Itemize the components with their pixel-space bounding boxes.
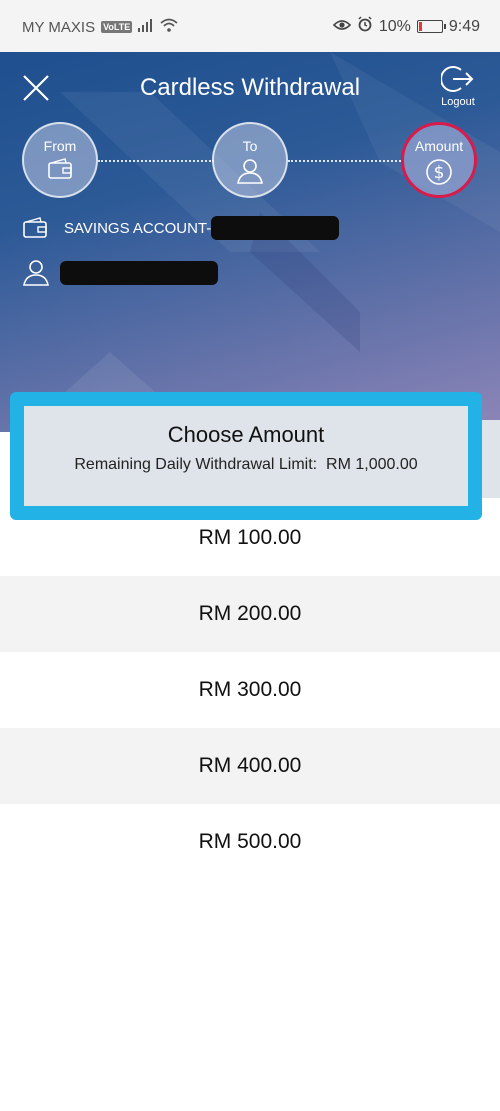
- logout-icon: [441, 66, 474, 92]
- carrier-name: MY MAXIS: [22, 18, 96, 36]
- banner-decoration: [20, 52, 500, 432]
- battery-percent: 10%: [378, 17, 411, 35]
- amount-option-500[interactable]: RM 500.00: [0, 804, 500, 880]
- amount-option-400[interactable]: RM 400.00: [0, 728, 500, 804]
- wallet-icon: [23, 217, 47, 238]
- amount-option-100[interactable]: RM 100.00: [0, 500, 500, 576]
- amount-option-200[interactable]: RM 200.00: [0, 576, 500, 652]
- account-type-label: SAVINGS ACCOUNT-: [64, 219, 212, 237]
- eye-icon: [332, 18, 351, 36]
- redacted-recipient-name: [60, 261, 218, 285]
- person-icon: [23, 260, 49, 286]
- wallet-icon: [48, 158, 72, 179]
- logout-button[interactable]: Logout: [432, 64, 484, 108]
- step-from[interactable]: From: [22, 122, 98, 198]
- status-bar: MY MAXIS VoLTE 10% 9:49: [0, 0, 500, 52]
- daily-limit-value: RM 1,000.00: [326, 456, 418, 473]
- page-title: Cardless Withdrawal: [139, 74, 361, 101]
- step-label: From: [43, 138, 77, 154]
- from-account-row: SAVINGS ACCOUNT-: [22, 216, 340, 240]
- amount-list: RM 100.00 RM 200.00 RM 300.00 RM 400.00 …: [0, 500, 500, 880]
- clock: 9:49: [448, 17, 480, 35]
- step-label: Amount: [414, 138, 464, 154]
- step-label: To: [242, 138, 258, 154]
- svg-text:$: $: [434, 163, 445, 183]
- header-strip: [482, 420, 500, 498]
- step-connector: [98, 160, 214, 162]
- alarm-icon: [357, 16, 373, 37]
- step-to[interactable]: To: [212, 122, 288, 198]
- redacted-account-number: [211, 216, 340, 240]
- amount-option-300[interactable]: RM 300.00: [0, 652, 500, 728]
- hero-banner: [0, 52, 500, 432]
- daily-limit-text: Remaining Daily Withdrawal Limit: RM 1,0…: [24, 456, 468, 474]
- step-amount[interactable]: Amount $: [401, 122, 477, 198]
- volte-badge: VoLTE: [101, 21, 133, 33]
- dollar-icon: $: [426, 159, 452, 185]
- choose-amount-title: Choose Amount: [167, 422, 325, 447]
- logout-label: Logout: [441, 96, 475, 108]
- step-connector: [288, 160, 404, 162]
- signal-icon: [138, 18, 154, 36]
- wifi-icon: [160, 18, 178, 36]
- battery-icon: [416, 20, 446, 33]
- person-icon: [237, 159, 263, 184]
- recipient-row: [22, 259, 218, 287]
- daily-limit-label: Remaining Daily Withdrawal Limit:: [74, 456, 318, 473]
